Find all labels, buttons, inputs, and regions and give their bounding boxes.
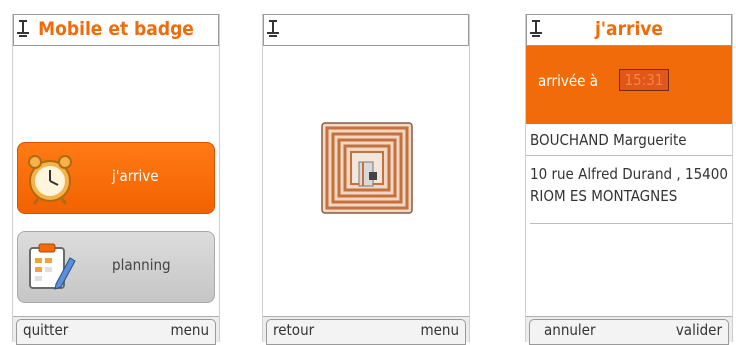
arrival-panel: arrivée à 15:31: [526, 46, 732, 124]
page-title: Mobile et badge: [38, 18, 194, 40]
arrival-label: arrivée à: [538, 72, 598, 90]
validate-softkey[interactable]: valider: [676, 321, 722, 339]
softkey-bar: retour menu: [263, 316, 469, 345]
title-bar: [263, 14, 469, 46]
home-screen: Mobile et badge j'arrive planning quitte…: [12, 14, 220, 345]
cancel-softkey[interactable]: annuler: [544, 321, 596, 339]
quit-softkey[interactable]: quitter: [23, 321, 68, 339]
title-bar: j'arrive: [526, 14, 732, 46]
menu-item-label: planning: [112, 256, 171, 274]
arrival-screen: j'arrive arrivée à 15:31 BOUCHAND Margue…: [525, 14, 733, 345]
menu-item-jarrive[interactable]: j'arrive: [17, 142, 215, 214]
page-title: j'arrive: [594, 18, 664, 40]
menu-item-planning[interactable]: planning: [17, 231, 215, 303]
signal-icon: [267, 20, 279, 37]
arrival-time-field[interactable]: 15:31: [619, 69, 669, 91]
address-line-1: 10 rue Alfred Durand , 15400: [530, 165, 728, 183]
rfid-tag-icon: [321, 122, 413, 214]
person-name: BOUCHAND Marguerite: [526, 131, 732, 156]
menu-softkey[interactable]: menu: [170, 321, 209, 339]
title-bar: Mobile et badge: [13, 14, 219, 46]
address-line-2: RIOM ES MONTAGNES: [530, 187, 678, 205]
alarm-clock-icon: [28, 155, 72, 205]
softkey-bar: quitter menu: [13, 316, 219, 345]
address-block: 10 rue Alfred Durand , 15400 RIOM ES MON…: [530, 163, 732, 224]
menu-softkey[interactable]: menu: [420, 321, 459, 339]
clipboard-pencil-icon: [29, 243, 76, 290]
badge-screen: retour menu: [262, 14, 470, 345]
softkey-bar: annuler valider: [526, 316, 732, 345]
back-softkey[interactable]: retour: [273, 321, 314, 339]
menu-item-label: j'arrive: [112, 167, 159, 185]
